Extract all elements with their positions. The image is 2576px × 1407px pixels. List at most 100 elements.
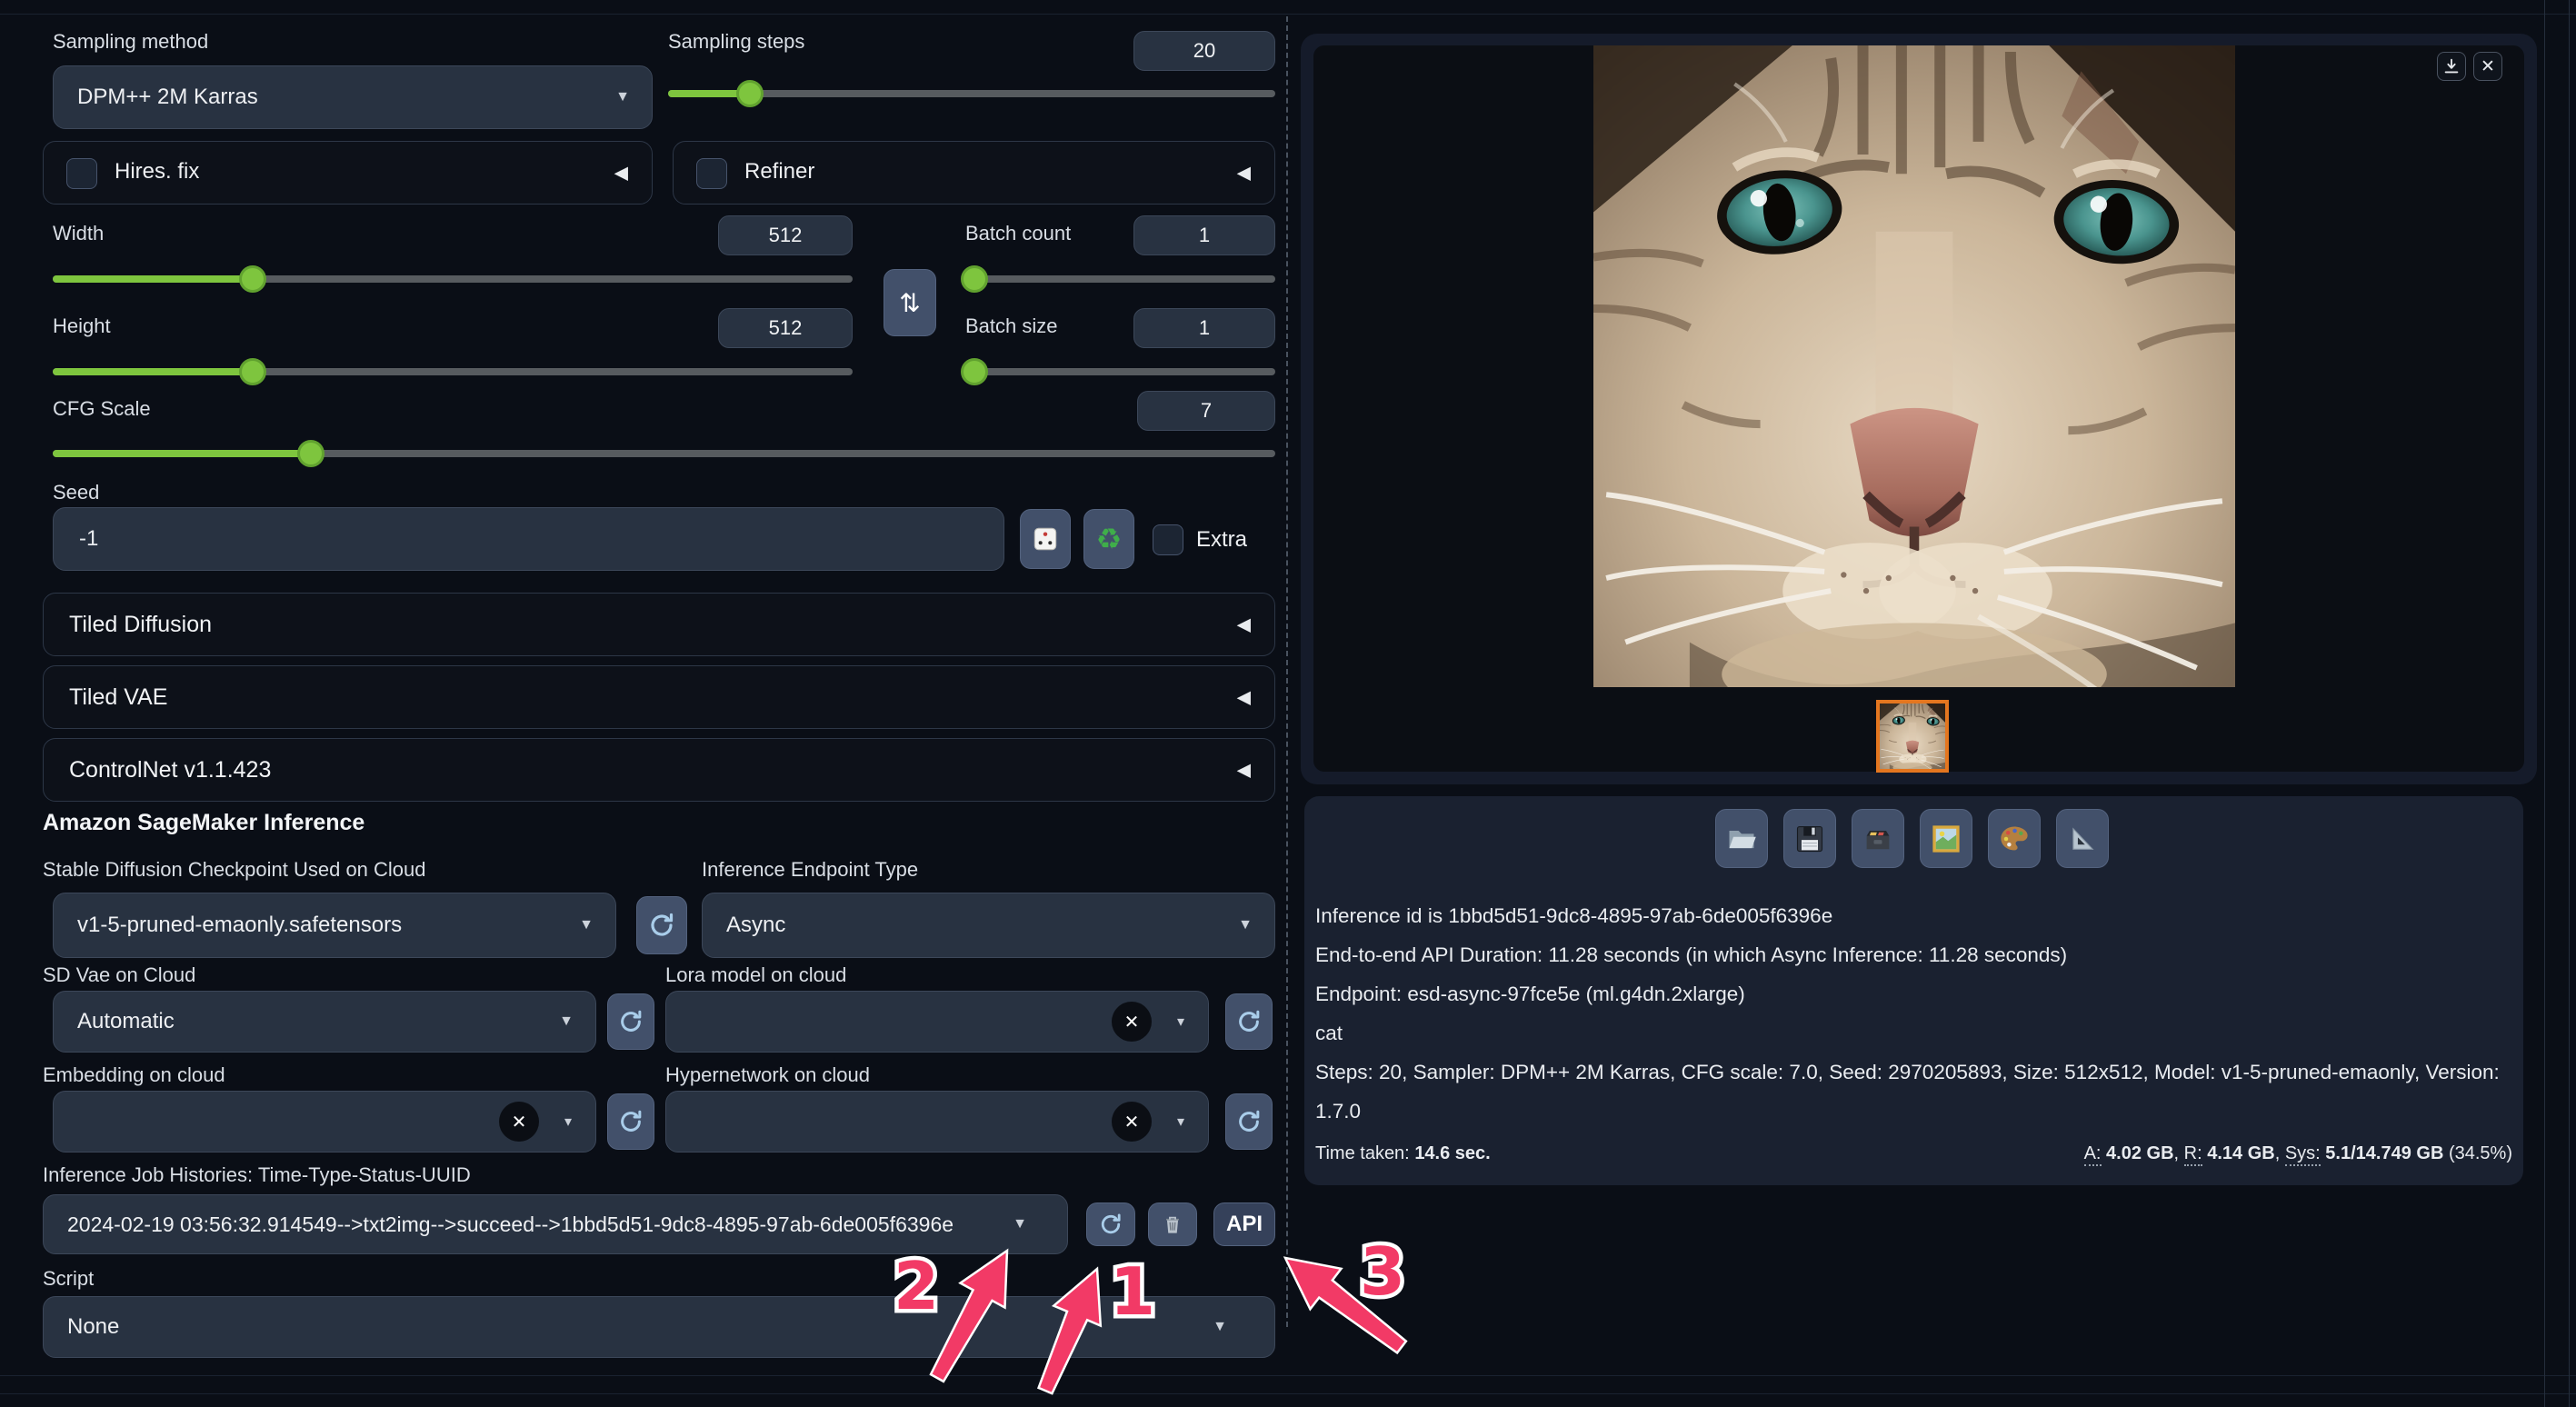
checkpoint-dropdown[interactable]: v1-5-pruned-emaonly.safetensors ▼	[53, 893, 616, 958]
refresh-embedding-button[interactable]	[607, 1093, 654, 1150]
collapse-left-icon[interactable]: ◀	[1237, 162, 1251, 185]
sampling-steps-input[interactable]	[1133, 31, 1275, 71]
height-input[interactable]	[718, 308, 853, 348]
gallery-thumbnail-selected[interactable]	[1876, 700, 1949, 773]
width-slider[interactable]	[53, 275, 853, 283]
memory-key: A:	[2084, 1143, 2102, 1166]
checkpoint-label: Stable Diffusion Checkpoint Used on Clou…	[43, 858, 426, 882]
refresh-lora-button[interactable]	[1225, 993, 1273, 1050]
endpoint-type-dropdown[interactable]: Async ▼	[702, 893, 1275, 958]
refiner-section[interactable]: Refiner ◀	[673, 141, 1275, 205]
refiner-label: Refiner	[744, 159, 814, 185]
window-edge	[2569, 0, 2570, 1407]
sd-vae-dropdown[interactable]: Automatic ▼	[53, 991, 596, 1053]
chevron-down-icon: ▼	[1013, 1216, 1027, 1232]
close-icon: ✕	[2481, 56, 2495, 77]
refresh-checkpoint-button[interactable]	[636, 896, 687, 954]
tiled-vae-label: Tiled VAE	[44, 684, 167, 711]
hypernetwork-multiselect[interactable]: ✕ ▾	[665, 1091, 1209, 1153]
delete-job-history-button[interactable]	[1148, 1202, 1197, 1246]
embedding-multiselect[interactable]: ✕ ▾	[53, 1091, 596, 1153]
reuse-seed-button[interactable]: ♻	[1083, 509, 1134, 569]
extra-seed-checkbox[interactable]	[1153, 524, 1183, 555]
memory-value: 4.02 GB	[2102, 1143, 2174, 1163]
job-histories-dropdown[interactable]: 2024-02-19 03:56:32.914549-->txt2img-->s…	[43, 1194, 1068, 1254]
save-zip-button[interactable]	[1852, 809, 1904, 868]
panel-separator	[1286, 16, 1288, 1327]
width-input[interactable]	[718, 215, 853, 255]
job-histories-value: 2024-02-19 03:56:32.914549-->txt2img-->s…	[44, 1212, 954, 1237]
cfg-scale-label: CFG Scale	[53, 397, 151, 421]
clear-icon[interactable]: ✕	[1112, 1102, 1152, 1142]
memory-key: Sys:	[2285, 1143, 2321, 1166]
tiled-diffusion-accordion[interactable]: Tiled Diffusion ◀	[43, 593, 1275, 656]
swap-icon: ⇅	[899, 288, 920, 318]
sampling-steps-slider-handle[interactable]	[736, 80, 764, 107]
refresh-hypernetwork-button[interactable]	[1225, 1093, 1273, 1150]
lora-multiselect[interactable]: ✕ ▾	[665, 991, 1209, 1053]
hires-fix-section[interactable]: Hires. fix ◀	[43, 141, 653, 205]
controlnet-accordion[interactable]: ControlNet v1.1.423 ◀	[43, 738, 1275, 802]
refresh-job-histories-button[interactable]	[1086, 1202, 1135, 1246]
height-slider[interactable]	[53, 368, 853, 375]
collapse-left-icon[interactable]: ◀	[614, 162, 628, 185]
tiled-vae-accordion[interactable]: Tiled VAE ◀	[43, 665, 1275, 729]
clear-icon[interactable]: ✕	[499, 1102, 539, 1142]
time-taken-label: Time taken:	[1315, 1143, 1410, 1163]
chevron-down-icon[interactable]: ▾	[1177, 1113, 1184, 1131]
folder-icon	[1725, 823, 1758, 855]
memory-stats: A: 4.02 GB, R: 4.14 GB, Sys: 5.1/14.749 …	[2084, 1143, 2512, 1164]
height-slider-handle[interactable]	[239, 358, 266, 385]
extra-seed-label: Extra	[1196, 527, 1247, 553]
refresh-icon	[1235, 1008, 1263, 1035]
refresh-icon	[1098, 1212, 1123, 1237]
dice-icon	[1030, 524, 1061, 554]
bottom-divider	[0, 1393, 2576, 1394]
refiner-checkbox[interactable]	[696, 158, 727, 189]
ruler-icon	[2066, 823, 2099, 855]
batch-size-slider[interactable]	[965, 368, 1275, 375]
batch-count-label: Batch count	[965, 222, 1071, 245]
download-image-button[interactable]	[2437, 52, 2466, 81]
sampling-method-dropdown[interactable]: DPM++ 2M Karras ▼	[53, 65, 653, 129]
chevron-down-icon[interactable]: ▾	[564, 1113, 572, 1131]
prompt-line: cat	[1315, 1013, 2517, 1053]
sagemaker-section-header: Amazon SageMaker Inference	[43, 810, 364, 836]
close-gallery-button[interactable]: ✕	[2473, 52, 2502, 81]
save-image-button[interactable]	[1783, 809, 1836, 868]
cfg-scale-slider-handle[interactable]	[297, 440, 324, 467]
send-to-inpaint-button[interactable]	[1988, 809, 2041, 868]
sampling-method-value: DPM++ 2M Karras	[54, 85, 258, 110]
script-value: None	[44, 1314, 119, 1340]
endpoint-type-value: Async	[703, 913, 785, 938]
seed-input[interactable]	[53, 507, 1004, 571]
batch-count-slider-handle[interactable]	[961, 265, 988, 293]
clear-icon[interactable]: ✕	[1112, 1002, 1152, 1042]
chevron-down-icon[interactable]: ▾	[1177, 1013, 1184, 1031]
annotation-arrow	[1285, 1258, 1406, 1352]
random-seed-button[interactable]	[1020, 509, 1071, 569]
cfg-scale-slider[interactable]	[53, 450, 1275, 457]
batch-size-input[interactable]	[1133, 308, 1275, 348]
api-button[interactable]: API	[1213, 1202, 1275, 1246]
trash-icon	[1160, 1212, 1185, 1237]
frame-icon	[1930, 823, 1962, 855]
batch-size-slider-handle[interactable]	[961, 358, 988, 385]
cfg-scale-input[interactable]	[1137, 391, 1275, 431]
open-folder-button[interactable]	[1715, 809, 1768, 868]
refresh-sd-vae-button[interactable]	[607, 993, 654, 1050]
batch-count-input[interactable]	[1133, 215, 1275, 255]
script-dropdown[interactable]: None ▼	[43, 1296, 1275, 1358]
send-to-extras-button[interactable]	[2056, 809, 2109, 868]
generated-image[interactable]	[1593, 45, 2235, 687]
sd-vae-value: Automatic	[54, 1009, 175, 1034]
batch-count-slider[interactable]	[965, 275, 1275, 283]
api-duration-line: End-to-end API Duration: 11.28 seconds (…	[1315, 935, 2517, 974]
floppy-icon	[1793, 823, 1826, 855]
refresh-icon	[617, 1108, 644, 1135]
swap-width-height-button[interactable]: ⇅	[884, 269, 936, 336]
send-to-img2img-button[interactable]	[1920, 809, 1972, 868]
recycle-icon: ♻	[1096, 522, 1123, 556]
width-slider-handle[interactable]	[239, 265, 266, 293]
hires-fix-checkbox[interactable]	[66, 158, 97, 189]
